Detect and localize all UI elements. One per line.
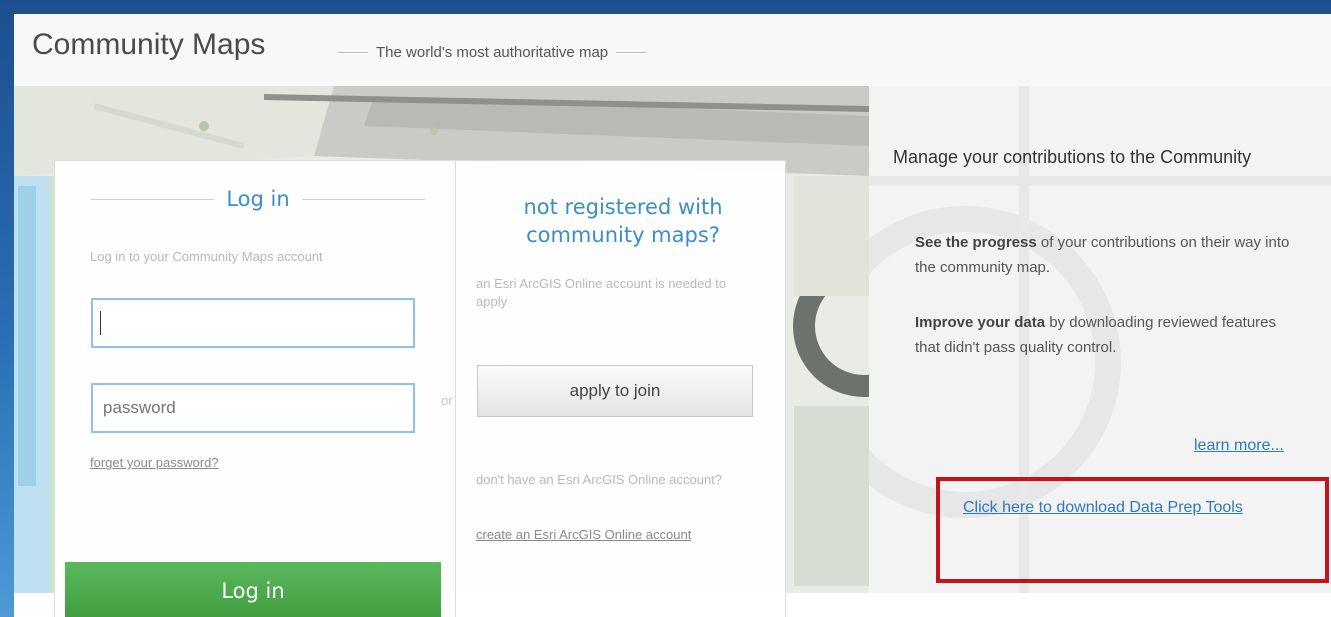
tagline-left-rule [338, 52, 368, 53]
download-data-prep-tools-link[interactable]: Click here to download Data Prep Tools [963, 499, 1243, 517]
password-input[interactable] [91, 383, 415, 433]
login-heading-rule-right [301, 198, 426, 200]
improve-bold: Improve your data [915, 314, 1046, 331]
progress-paragraph: See the progress of your contributions o… [915, 230, 1295, 280]
login-heading-rule-left [91, 198, 215, 200]
login-heading-text: Log in [226, 187, 290, 211]
forget-password-link[interactable]: forget your password? [90, 455, 219, 470]
dont-have-account-text: don't have an Esri ArcGIS Online account… [476, 472, 723, 487]
header: Community Maps The world's most authorit… [14, 14, 1331, 87]
manage-heading: Manage your contributions to the Communi… [893, 147, 1252, 167]
learn-more-link[interactable]: learn more... [1194, 437, 1284, 455]
highlight-box [936, 477, 1329, 583]
text-caret [100, 311, 101, 335]
card-divider [455, 161, 456, 617]
info-panel: Manage your contributions to the Communi… [869, 86, 1331, 593]
tagline-right-rule [616, 52, 647, 53]
apply-to-join-button[interactable]: apply to join [477, 365, 753, 417]
tagline: The world's most authoritative map [330, 44, 654, 61]
page-frame: Community Maps The world's most authorit… [14, 14, 1331, 617]
page-title: Community Maps [32, 28, 266, 61]
login-card: Log in Log in to your Community Maps acc… [54, 160, 786, 617]
progress-bold: See the progress [915, 234, 1037, 251]
map-ghost-road [869, 176, 1331, 186]
improve-paragraph: Improve your data by downloading reviewe… [915, 310, 1295, 360]
login-heading: Log in [91, 187, 426, 211]
create-arcgis-account-link[interactable]: create an Esri ArcGIS Online account [476, 527, 691, 542]
or-separator: or [441, 393, 453, 408]
register-heading: not registered with community maps? [523, 195, 723, 247]
register-subtitle: an Esri ArcGIS Online account is needed … [476, 276, 727, 309]
login-subtitle: Log in to your Community Maps account [90, 249, 323, 264]
username-input[interactable] [91, 298, 415, 348]
login-button[interactable]: Log in [65, 562, 441, 617]
tagline-text: The world's most authoritative map [376, 44, 609, 61]
